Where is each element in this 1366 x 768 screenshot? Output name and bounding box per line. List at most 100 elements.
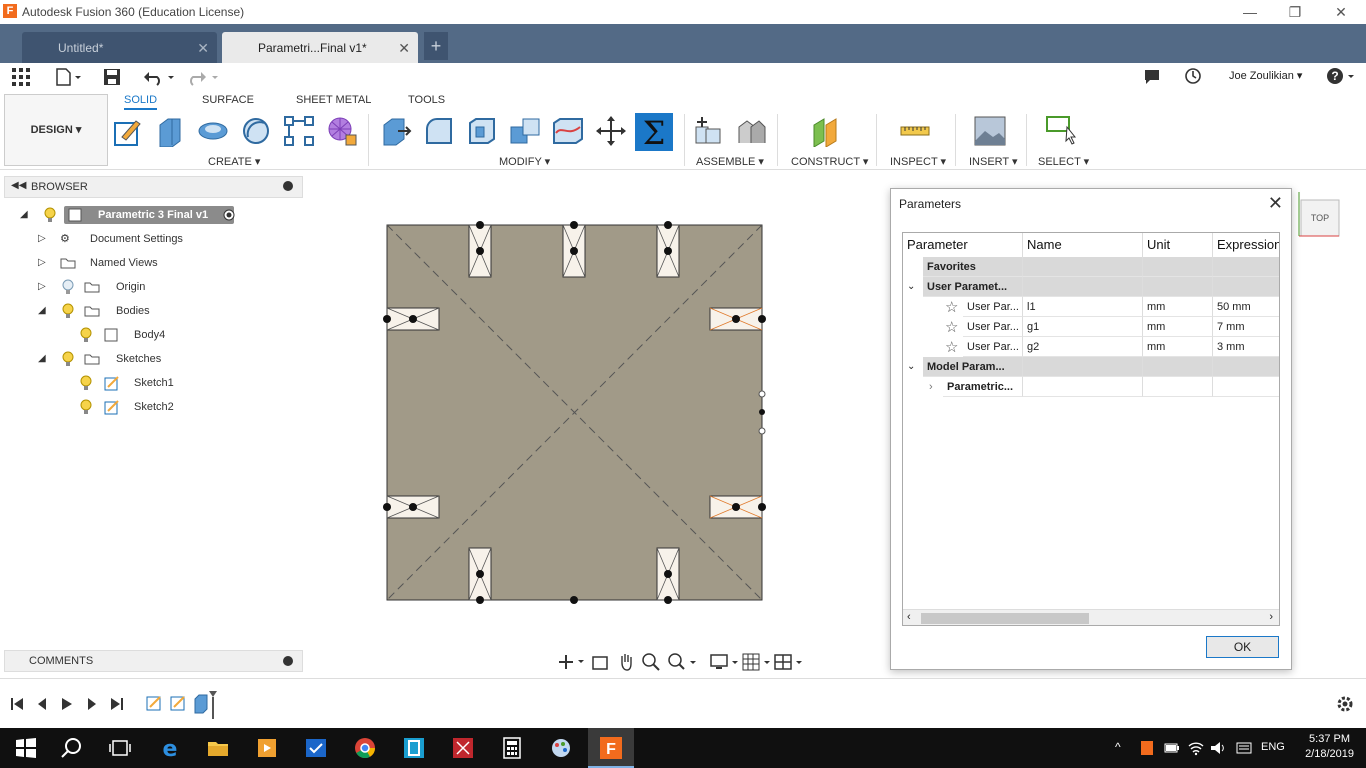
step-forward-icon[interactable] (85, 697, 99, 711)
measure-icon[interactable] (899, 115, 931, 147)
scroll-left-icon[interactable]: ‹ (907, 611, 911, 623)
sweep-icon[interactable] (240, 115, 272, 147)
assemble-group-menu[interactable]: ASSEMBLE ▾ (696, 155, 764, 168)
tab-surface[interactable]: SURFACE (202, 94, 254, 106)
save-icon[interactable] (103, 68, 121, 86)
add-comment-icon[interactable] (283, 656, 293, 666)
media-app-icon[interactable] (255, 736, 279, 760)
param-name-cell[interactable]: g1 (1023, 317, 1143, 337)
task-view-icon[interactable] (108, 736, 132, 760)
edge-browser-icon[interactable]: e (158, 736, 182, 760)
expand-chevron-icon[interactable]: › (929, 377, 933, 397)
model-child-row[interactable]: › Parametric... (903, 377, 1279, 397)
tree-item-sketch1[interactable]: Sketch1 (80, 372, 190, 394)
timeline-settings-gear-icon[interactable] (1336, 695, 1354, 713)
file-menu-icon[interactable] (55, 68, 81, 86)
expand-arrow-icon[interactable]: ▷ (38, 252, 46, 274)
table-row[interactable]: ☆ User Par... g1 mm 7 mm (903, 317, 1279, 338)
user-parameters-group-row[interactable]: ⌄ User Paramet... (903, 277, 1279, 297)
browser-options-icon[interactable] (283, 181, 293, 191)
create-sketch-icon[interactable] (112, 115, 144, 147)
insert-canvas-icon[interactable] (974, 115, 1006, 147)
redo-icon[interactable] (187, 68, 219, 86)
favorite-star-icon[interactable]: ☆ (945, 338, 958, 358)
search-icon[interactable] (60, 736, 84, 760)
timeline-sketch-icon[interactable] (146, 695, 162, 711)
calculator-icon[interactable] (500, 736, 524, 760)
pan-icon[interactable] (618, 653, 634, 671)
create-group-menu[interactable]: CREATE ▾ (208, 155, 260, 168)
timeline-extrude-marker-icon[interactable] (193, 691, 219, 725)
notifications-icon[interactable] (1143, 68, 1161, 86)
collapse-browser-icon[interactable]: ◀◀ (11, 180, 26, 191)
new-tab-button[interactable]: + (424, 32, 448, 60)
close-tab-icon[interactable]: ✕ (398, 40, 410, 57)
file-explorer-icon[interactable] (206, 736, 230, 760)
combine-icon[interactable] (509, 115, 541, 147)
favorite-star-icon[interactable]: ☆ (945, 318, 958, 338)
fillet-icon[interactable] (423, 115, 455, 147)
viewcube[interactable]: TOP (1298, 192, 1340, 237)
pattern-icon[interactable] (283, 115, 315, 147)
column-header-unit[interactable]: Unit (1143, 233, 1213, 257)
minimize-icon[interactable]: — (1240, 2, 1260, 22)
new-component-icon[interactable] (692, 115, 724, 147)
favorites-row[interactable]: Favorites (903, 257, 1279, 277)
change-parameters-button[interactable]: Σ (635, 113, 673, 152)
help-icon[interactable]: ? (1326, 67, 1356, 85)
form-icon[interactable] (326, 115, 358, 147)
viewports-icon[interactable] (774, 653, 804, 671)
tasks-app-icon[interactable] (304, 736, 328, 760)
param-unit-cell[interactable]: mm (1143, 317, 1213, 337)
step-back-icon[interactable] (35, 697, 49, 711)
timeline-sketch-icon[interactable] (170, 695, 186, 711)
go-to-end-icon[interactable] (110, 697, 124, 711)
play-icon[interactable] (60, 697, 74, 711)
param-expression-cell[interactable]: 7 mm (1213, 317, 1279, 337)
visibility-bulb-icon[interactable] (62, 300, 74, 327)
collapse-arrow-icon[interactable]: ◢ (38, 300, 46, 322)
paint-app-icon[interactable] (549, 736, 573, 760)
teal-app-icon[interactable] (402, 736, 426, 760)
tree-root[interactable]: ◢ Parametric 3 Final v1 (18, 204, 248, 226)
tab-parametric[interactable]: Parametri...Final v1* ✕ (222, 32, 418, 63)
column-header-expression[interactable]: Expression (1213, 233, 1279, 257)
visibility-bulb-icon[interactable] (80, 324, 92, 351)
comments-panel-header[interactable]: COMMENTS (4, 650, 303, 672)
language-indicator[interactable]: ENG (1261, 741, 1285, 753)
tree-item-named-views[interactable]: ▷ Named Views (38, 252, 198, 274)
param-expression-cell[interactable]: 3 mm (1213, 337, 1279, 357)
ok-button[interactable]: OK (1206, 636, 1279, 658)
display-settings-icon[interactable] (710, 653, 740, 671)
column-header-parameter[interactable]: Parameter (903, 233, 1023, 257)
tab-sheet-metal[interactable]: SHEET METAL (296, 94, 371, 106)
close-icon[interactable]: ✕ (1331, 2, 1351, 22)
expand-arrow-icon[interactable]: ▷ (38, 228, 46, 250)
job-status-icon[interactable] (1184, 67, 1202, 85)
restore-icon[interactable]: ❐ (1285, 2, 1305, 22)
press-pull-icon[interactable] (380, 115, 412, 147)
tree-item-bodies[interactable]: ◢ Bodies (38, 300, 198, 322)
modify-group-menu[interactable]: MODIFY ▾ (499, 155, 550, 168)
insert-group-menu[interactable]: INSERT ▾ (969, 155, 1018, 168)
extrude-icon[interactable] (154, 115, 186, 147)
collapse-chevron-icon[interactable]: ⌄ (907, 357, 915, 377)
replace-face-icon[interactable] (552, 115, 584, 147)
user-account-menu[interactable]: Joe Zoulikian ▾ (1229, 69, 1302, 82)
tab-tools[interactable]: TOOLS (408, 94, 445, 106)
param-expression-cell[interactable]: 50 mm (1213, 297, 1279, 317)
activate-radio-icon[interactable] (223, 204, 235, 229)
volume-icon[interactable] (1210, 740, 1226, 756)
scroll-right-icon[interactable]: › (1269, 611, 1273, 623)
param-name-cell[interactable]: g2 (1023, 337, 1143, 357)
show-hidden-icons-icon[interactable]: ^ (1115, 740, 1121, 754)
browser-header[interactable]: ◀◀ BROWSER (4, 176, 303, 198)
visibility-bulb-icon[interactable] (44, 204, 56, 231)
favorite-star-icon[interactable]: ☆ (945, 298, 958, 318)
param-unit-cell[interactable]: mm (1143, 297, 1213, 317)
expand-arrow-icon[interactable]: ▷ (38, 276, 46, 298)
param-unit-cell[interactable]: mm (1143, 337, 1213, 357)
tab-untitled[interactable]: Untitled* ✕ (22, 32, 217, 63)
tree-item-sketch2[interactable]: Sketch2 (80, 396, 190, 418)
move-copy-icon[interactable] (595, 115, 627, 147)
